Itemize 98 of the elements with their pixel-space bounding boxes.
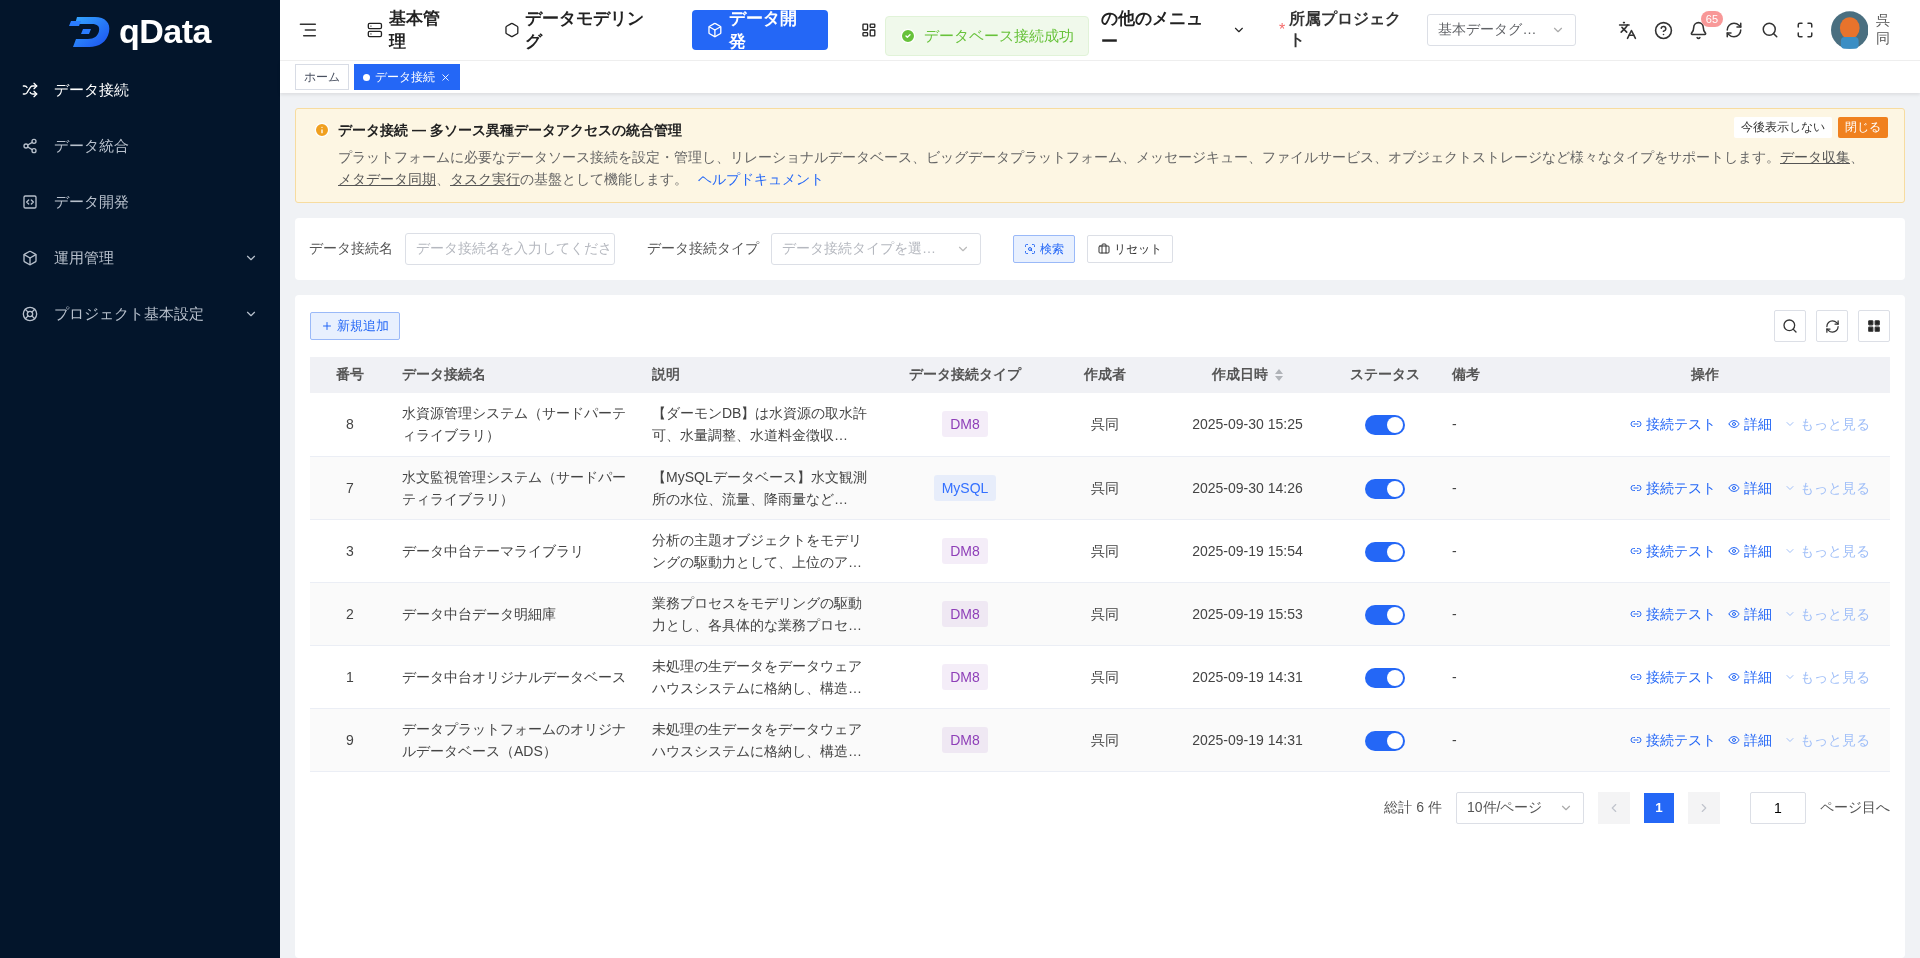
type-tag: DM8 [942, 663, 988, 690]
column-header: ステータス [1330, 357, 1440, 393]
banner-title: データ接続 — 多ソース異種データアクセスの統合管理 [338, 122, 682, 140]
type-tag: DM8 [942, 537, 988, 564]
action-link[interactable]: 接続テスト [1630, 665, 1716, 688]
column-header: 備考 [1440, 357, 1520, 393]
sidebar-item[interactable]: データ開発 [0, 174, 280, 230]
action-link[interactable]: 詳細 [1728, 539, 1772, 562]
table-cell: 水資源管理システム（サードパーティライブラリ） [390, 393, 640, 456]
action-link[interactable]: 詳細 [1728, 728, 1772, 751]
action-link[interactable]: 接続テスト [1630, 476, 1716, 499]
column-header: データ接続名 [390, 357, 640, 393]
table-cell: - [1440, 708, 1520, 771]
table-cell: - [1440, 645, 1520, 708]
table-cell: 2025-09-30 14:26 [1165, 456, 1330, 519]
column-header: 説明 [640, 357, 885, 393]
table-cell: 未処理の生データをデータウェアハウスシステムに格納し、構造… [640, 708, 885, 771]
table-cell: データ中台オリジナルデータベース [390, 645, 640, 708]
table-cell: 【MySQLデータベース】水文観測所の水位、流量、降雨量など… [640, 456, 885, 519]
table-cell: 2025-09-19 15:54 [1165, 519, 1330, 582]
table-cell: - [1440, 456, 1520, 519]
column-header: 番号 [310, 357, 390, 393]
table-cell: 【ダーモンDB】は水資源の取水許可、水量調整、水道料金徴収… [640, 393, 885, 456]
column-header: データ接続タイプ [885, 357, 1045, 393]
table-cell: 1 [310, 645, 390, 708]
sidebar-item[interactable]: データ接続 [0, 62, 280, 118]
page-size-select[interactable]: 10件/ページ [1456, 791, 1584, 824]
action-link[interactable]: 詳細 [1728, 602, 1772, 625]
filter-label: データ接続名 [309, 240, 393, 258]
doc-link[interactable]: データ収集 [1780, 149, 1850, 165]
table-cell: 呉同 [1045, 456, 1165, 519]
table-cell: 呉同 [1045, 708, 1165, 771]
table-cell: データ中台データ明細庫 [390, 582, 640, 645]
table-cell: データプラットフォームのオリジナルデータベース（ADS） [390, 708, 640, 771]
banner-text: プラットフォームに必要なデータソース接続を設定・管理し、リレーショナルデータベース、ビッグデータプラットフォーム、メッセージキュー、ファイルサービス、オブジェクトストレージなど様々なタイプをサポートします。データ収集、 メタデータ同期、タスク実行の基盤として機能します。 ヘルプドキュメント [338, 148, 1865, 189]
nav-tab[interactable]: データ開発 [692, 10, 829, 50]
table-cell: 2025-09-30 15:25 [1165, 393, 1330, 456]
table-cell: 2025-09-19 15:53 [1165, 582, 1330, 645]
action-link[interactable]: 接続テスト [1630, 728, 1716, 751]
nav-tab[interactable]: 基本管理 [351, 10, 471, 50]
table-cell: 呉同 [1045, 582, 1165, 645]
action-link[interactable]: 詳細 [1728, 476, 1772, 499]
column-header: 作成者 [1045, 357, 1165, 393]
action-link[interactable]: 接続テスト [1630, 413, 1716, 436]
table-cell: 業務プロセスをモデリングの駆動力とし、各具体的な業務プロセ… [640, 582, 885, 645]
action-link[interactable]: 接続テスト [1630, 539, 1716, 562]
table-cell: - [1440, 519, 1520, 582]
table-cell: 分析の主題オブジェクトをモデリングの駆動力として、上位のア… [640, 519, 885, 582]
table-cell: データ中台テーマライブラリ [390, 519, 640, 582]
page-jump-label: ページ目へ [1820, 798, 1890, 817]
table-cell: 2 [310, 582, 390, 645]
sidebar-item[interactable]: 運用管理 [0, 230, 280, 286]
action-link[interactable]: 詳細 [1728, 665, 1772, 688]
page-button[interactable]: 1 [1644, 792, 1674, 823]
help-link[interactable]: ヘルプドキュメント [698, 171, 824, 187]
project-select[interactable]: 基本データグ… [1427, 14, 1576, 46]
success-toast: データベース接続成功 [885, 16, 1089, 56]
column-header: 操作 [1520, 357, 1890, 393]
project-label: 所属プロジェクト [1289, 9, 1403, 50]
action-link[interactable]: 詳細 [1728, 413, 1772, 436]
action-link[interactable]: 接続テスト [1630, 602, 1716, 625]
table-cell: 2025-09-19 14:31 [1165, 645, 1330, 708]
required-mark: * [1278, 21, 1286, 39]
table-cell: - [1440, 393, 1520, 456]
table-cell: 7 [310, 456, 390, 519]
close-button[interactable]: 閉じる [1838, 117, 1888, 138]
reset-button[interactable]: リセット [1087, 235, 1173, 263]
nav-tab[interactable]: データモデリング [488, 10, 675, 50]
doc-link[interactable]: タスク実行 [450, 171, 520, 187]
user-name: 呉同 [1876, 12, 1892, 48]
sidebar-item[interactable]: プロジェクト基本設定 [0, 286, 280, 342]
table-cell: 2025-09-19 14:31 [1165, 708, 1330, 771]
doc-link[interactable]: メタデータ同期 [338, 171, 436, 187]
type-tag: DM8 [942, 411, 988, 438]
add-button[interactable]: 新規追加 [310, 312, 400, 340]
page-tab[interactable]: ホーム [295, 64, 349, 90]
table-cell: 未処理の生データをデータウェアハウスシステムに格納し、構造… [640, 645, 885, 708]
table-cell: 水文監視管理システム（サードパーティライブラリ） [390, 456, 640, 519]
search-button[interactable]: 検索 [1013, 235, 1075, 263]
dismiss-button[interactable]: 今後表示しない [1734, 117, 1832, 138]
table-cell: 9 [310, 708, 390, 771]
page-tab[interactable]: データ接続 [354, 64, 460, 90]
type-tag: DM8 [942, 600, 988, 627]
sidebar-item[interactable]: データ統合 [0, 118, 280, 174]
table-cell: 呉同 [1045, 645, 1165, 708]
table-cell: 3 [310, 519, 390, 582]
table-cell: 呉同 [1045, 393, 1165, 456]
total-count: 総計 6 件 [1384, 798, 1442, 817]
filter-label: データ接続タイプ [647, 240, 759, 258]
logo-text: qData [119, 11, 211, 51]
type-tag: DM8 [942, 726, 988, 753]
notification-count: 65 [1700, 10, 1724, 27]
page-jump-input[interactable]: 1 [1750, 791, 1806, 824]
table-cell: 呉同 [1045, 519, 1165, 582]
type-tag: MySQL [933, 474, 997, 501]
table-cell: 8 [310, 393, 390, 456]
table-cell: - [1440, 582, 1520, 645]
column-header: 作成日時 [1165, 357, 1330, 393]
